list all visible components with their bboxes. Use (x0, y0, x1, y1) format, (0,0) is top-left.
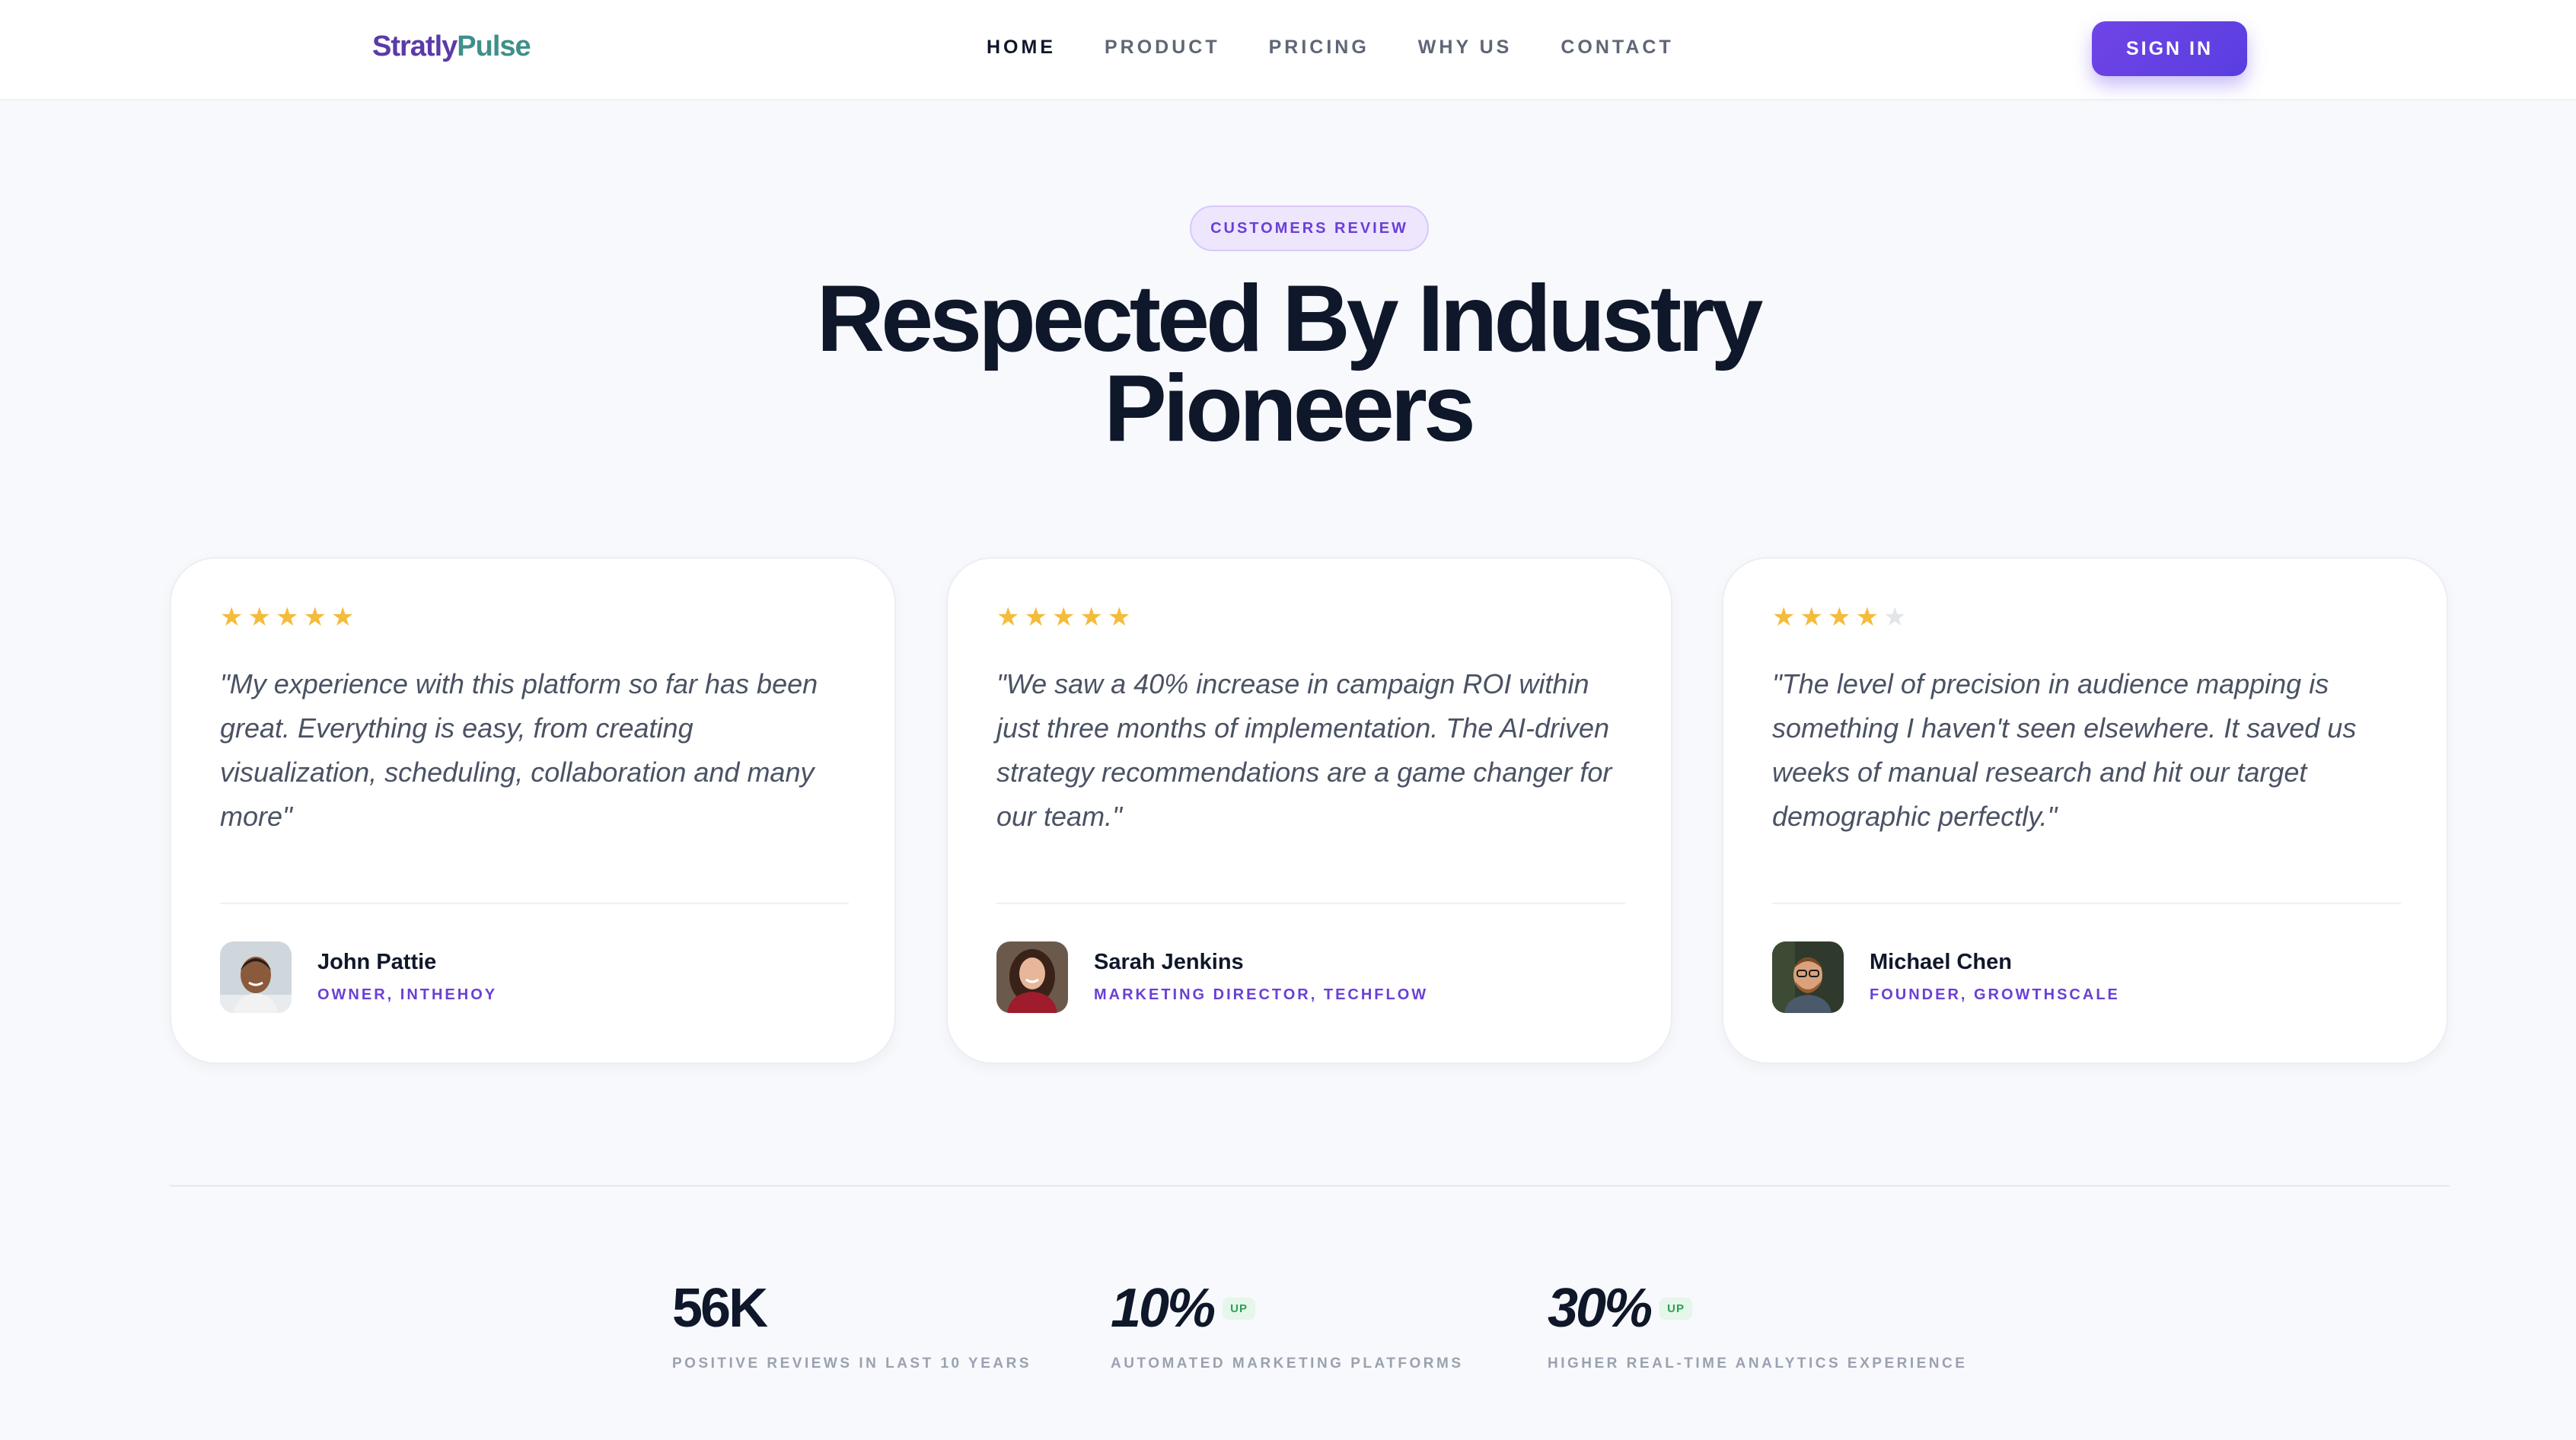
nav-contact[interactable]: CONTACT (1561, 37, 1673, 59)
star-icon: ★ (1772, 603, 1796, 632)
testimonial-quote: "We saw a 40% increase in campaign ROI w… (996, 668, 1612, 832)
star-icon: ★ (247, 603, 271, 632)
logo-part-2: Pulse (457, 30, 531, 62)
section-badge: CUSTOMERS REVIEW (1190, 205, 1429, 251)
nav-why-us[interactable]: WHY US (1418, 37, 1513, 59)
sign-in-button[interactable]: SIGN IN (2092, 21, 2247, 76)
divider (996, 903, 1625, 904)
nav-pricing[interactable]: PRICING (1269, 37, 1369, 59)
star-empty-icon: ★ (1883, 603, 1907, 632)
testimonial-quote: "The level of precision in audience mapp… (1772, 668, 2357, 832)
reviewer-name: Michael Chen (1870, 950, 2012, 974)
star-icon: ★ (303, 603, 327, 632)
testimonial-card: ★ ★ ★ ★ ★ "The level of precision in aud… (1722, 557, 2448, 1064)
star-icon: ★ (330, 603, 355, 632)
page-title: Respected By Industry Pioneers (755, 272, 1821, 456)
logo-part-1: Stratly (372, 30, 457, 62)
reviewer-name: Sarah Jenkins (1094, 950, 1244, 974)
star-rating: ★ ★ ★ ★ ★ (1772, 604, 1906, 630)
section-divider (170, 1185, 2450, 1187)
star-icon: ★ (1800, 603, 1823, 632)
stat-value: 56K (672, 1278, 768, 1339)
stat-label: POSITIVE REVIEWS IN LAST 10 YEARS (672, 1356, 1032, 1372)
star-icon: ★ (1051, 603, 1076, 632)
star-icon: ★ (275, 603, 299, 632)
testimonial-card: ★ ★ ★ ★ ★ "My experience with this platf… (170, 557, 896, 1064)
stat-label: HIGHER REAL-TIME ANALYTICS EXPERIENCE (1548, 1356, 1968, 1372)
star-icon: ★ (1855, 603, 1879, 632)
avatar (1772, 941, 1844, 1013)
trend-up-badge: UP (1223, 1297, 1255, 1320)
nav-product[interactable]: PRODUCT (1105, 37, 1220, 59)
stat-value: 30% (1548, 1278, 1653, 1339)
stat-label: AUTOMATED MARKETING PLATFORMS (1111, 1356, 1464, 1372)
reviewer-role: FOUNDER, GROWTHSCALE (1870, 986, 2120, 1003)
star-icon: ★ (1107, 603, 1131, 632)
reviewer-role: OWNER, INTHEHOY (317, 986, 498, 1003)
divider (220, 903, 849, 904)
star-rating: ★ ★ ★ ★ ★ (220, 604, 354, 630)
star-icon: ★ (1024, 603, 1047, 632)
stat-value: 10% (1111, 1278, 1216, 1339)
main-nav: HOME PRODUCT PRICING WHY US CONTACT (987, 37, 1723, 59)
stat-block: 30% UP HIGHER REAL-TIME ANALYTICS EXPERIE… (1548, 1281, 1967, 1372)
logo[interactable]: StratlyPulse (372, 30, 531, 63)
star-icon: ★ (1079, 603, 1103, 632)
divider (1772, 903, 2401, 904)
reviewer-name: John Pattie (317, 950, 437, 974)
avatar (220, 941, 292, 1013)
stat-block: 56K POSITIVE REVIEWS IN LAST 10 YEARS (672, 1281, 1031, 1372)
nav-home[interactable]: HOME (987, 37, 1056, 59)
title-line-2: Pioneers (1104, 356, 1476, 461)
stat-block: 10% UP AUTOMATED MARKETING PLATFORMS (1111, 1281, 1464, 1372)
avatar (996, 941, 1068, 1013)
testimonial-quote: "My experience with this platform so far… (220, 668, 818, 832)
star-icon: ★ (1827, 603, 1851, 632)
star-icon: ★ (220, 603, 244, 632)
site-header: StratlyPulse HOME PRODUCT PRICING WHY US… (0, 0, 2576, 100)
trend-up-badge: UP (1659, 1297, 1692, 1320)
star-icon: ★ (996, 603, 1020, 632)
testimonial-card: ★ ★ ★ ★ ★ "We saw a 40% increase in camp… (946, 557, 1672, 1064)
reviewer-role: MARKETING DIRECTOR, TECHFLOW (1094, 986, 1429, 1003)
star-rating: ★ ★ ★ ★ ★ (996, 604, 1130, 630)
